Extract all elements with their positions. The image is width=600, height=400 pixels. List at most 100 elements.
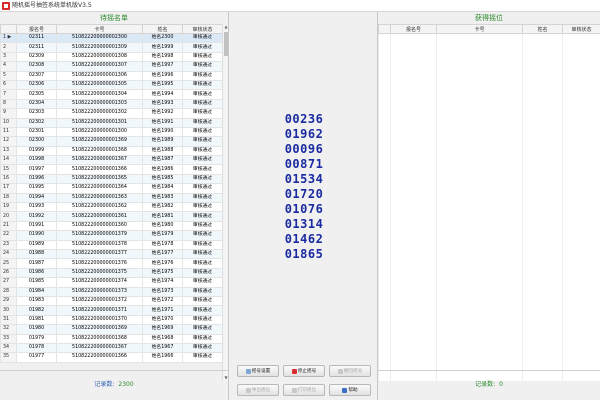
table-row[interactable]: 30 01982 510822200000001371 姓名1971 审核通过 — [0, 305, 223, 316]
cell-status: 审核通过 — [182, 61, 223, 72]
table-row[interactable]: 24 01988 510822200000001377 姓名1977 审核通过 — [0, 248, 223, 260]
table-row[interactable]: 3 02309 510822200000001308 姓名1998 审核通过 — [0, 51, 223, 63]
cell-name: 姓名1984 — [142, 183, 183, 194]
row-number: 10 — [0, 117, 17, 128]
table-row[interactable]: 10 02302 510822200000001301 姓名1991 审核通过 — [0, 117, 223, 128]
cell-name: 姓名1970 — [142, 314, 183, 326]
table-row[interactable]: 27 01985 510822200000001374 姓名1974 审核通过 — [0, 277, 223, 288]
cell-name: 姓名1966 — [142, 352, 183, 363]
empty-cell — [436, 230, 523, 241]
empty-cell — [390, 268, 437, 278]
table-row[interactable]: 17 01995 510822200000001364 姓名1984 审核通过 — [0, 183, 223, 194]
cell-card: 510822200000001306 — [56, 70, 143, 81]
pending-list-title: 待摇名单 — [100, 14, 128, 22]
table-row[interactable]: 21 01991 510822200000001360 姓名1980 审核通过 — [0, 220, 223, 232]
cell-id: 02300 — [16, 136, 57, 147]
undo-button[interactable]: 撤回摇号 — [329, 365, 371, 377]
column-header[interactable]: 报名号 — [390, 24, 437, 34]
button-label: 帮助 — [348, 388, 358, 393]
title-bar: 随机摇号抽签系统单机版V3.5 — [0, 0, 600, 12]
empty-cell — [378, 296, 391, 306]
drawn-number: 01865 — [284, 247, 324, 261]
row-number: 5 — [0, 70, 17, 81]
table-row[interactable]: 5 02307 510822200000001306 姓名1996 审核通过 — [0, 70, 223, 81]
table-row[interactable]: 12 02300 510822200000001369 姓名1989 审核通过 — [0, 136, 223, 147]
empty-cell — [522, 174, 563, 184]
table-row[interactable]: 26 01986 510822200000001375 姓名1975 审核通过 — [0, 267, 223, 279]
pending-list-panel: 待摇名单 报名号 卡号 姓名 审核状态 1 ▶ 02311 510822200000002… — [0, 12, 228, 400]
empty-row — [378, 221, 600, 231]
cell-status: 审核通过 — [182, 230, 223, 241]
empty-cell — [562, 52, 600, 62]
empty-cell — [436, 305, 523, 316]
empty-cell — [562, 315, 600, 325]
empty-cell — [562, 277, 600, 288]
empty-cell — [522, 277, 563, 288]
cell-card: 510822200000001305 — [56, 79, 143, 91]
table-row[interactable]: 31 01981 510822200000001370 姓名1970 审核通过 — [0, 314, 223, 326]
table-row[interactable]: 34 01978 510822200000001367 姓名1967 审核通过 — [0, 342, 223, 354]
table-row[interactable]: 8 02304 510822200000001303 姓名1993 审核通过 — [0, 98, 223, 110]
cell-name: 姓名1990 — [142, 126, 183, 138]
table-row[interactable]: 1 ▶ 02311 510822200000002300 姓名2300 审核通过 — [0, 32, 223, 44]
table-row[interactable]: 19 01993 510822200000001362 姓名1982 审核通过 — [0, 202, 223, 213]
column-header[interactable] — [0, 24, 17, 34]
column-header[interactable] — [378, 24, 391, 34]
table-row[interactable]: 16 01996 510822200000001365 姓名1985 审核通过 — [0, 173, 223, 185]
pending-list-table[interactable]: 报名号 卡号 姓名 审核状态 1 ▶ 02311 510822200000002300 姓名… — [0, 24, 223, 363]
table-row[interactable]: 7 02305 510822200000001304 姓名1994 审核通过 — [0, 89, 223, 100]
cell-status: 审核通过 — [182, 239, 223, 251]
table-row[interactable]: 20 01992 510822200000001361 姓名1981 审核通过 — [0, 211, 223, 222]
table-row[interactable]: 14 01998 510822200000001367 姓名1987 审核通过 — [0, 155, 223, 166]
table-row[interactable]: 25 01987 510822200000001376 姓名1976 审核通过 — [0, 258, 223, 269]
table-row[interactable]: 9 02303 510822200000001302 姓名1992 审核通过 — [0, 108, 223, 119]
table-row[interactable]: 35 01977 510822200000001366 姓名1966 审核通过 — [0, 352, 223, 363]
cell-id: 02307 — [16, 70, 57, 81]
table-row[interactable]: 6 02306 510822200000001305 姓名1995 审核通过 — [0, 79, 223, 91]
table-row[interactable]: 28 01984 510822200000001373 姓名1973 审核通过 — [0, 286, 223, 297]
column-header[interactable]: 卡号 — [56, 24, 143, 34]
export-button[interactable]: 导出摇位 — [237, 384, 279, 396]
won-list-table[interactable]: 报名号 卡号 姓名 审核状态 — [378, 24, 600, 381]
help-button[interactable]: 帮助 — [329, 384, 371, 396]
table-row[interactable]: 29 01983 510822200000001372 姓名1972 审核通过 — [0, 295, 223, 307]
table-row[interactable]: 32 01980 510822200000001369 姓名1969 审核通过 — [0, 324, 223, 335]
table-row[interactable]: 15 01997 510822200000001366 姓名1986 审核通过 — [0, 164, 223, 175]
column-header[interactable]: 审核状态 — [182, 24, 223, 34]
cell-id: 02308 — [16, 61, 57, 72]
empty-row — [378, 296, 600, 306]
table-row[interactable]: 11 02301 510822200000001300 姓名1990 审核通过 — [0, 126, 223, 138]
print-button[interactable]: 打印摇位 — [283, 384, 325, 396]
table-row[interactable]: 23 01989 510822200000001378 姓名1978 审核通过 — [0, 239, 223, 251]
cell-name: 姓名1989 — [142, 136, 183, 147]
empty-cell — [562, 99, 600, 109]
column-header[interactable]: 姓名 — [142, 24, 183, 34]
cell-name: 姓名1986 — [142, 164, 183, 175]
column-header[interactable]: 审核状态 — [562, 24, 600, 34]
cell-id: 01996 — [16, 173, 57, 185]
column-header[interactable]: 报名号 — [16, 24, 57, 34]
button-label: 停止摇号 — [297, 369, 317, 374]
column-header[interactable]: 卡号 — [436, 24, 523, 34]
table-row[interactable]: 33 01979 510822200000001368 姓名1968 审核通过 — [0, 333, 223, 344]
cell-id: 01984 — [16, 286, 57, 297]
table-row[interactable]: 18 01994 510822200000001363 姓名1983 审核通过 — [0, 192, 223, 204]
table-row[interactable]: 22 01990 510822200000001379 姓名1979 审核通过 — [0, 230, 223, 241]
cell-status: 审核通过 — [182, 32, 223, 44]
empty-cell — [436, 52, 523, 62]
cell-name: 姓名1975 — [142, 267, 183, 279]
cell-card: 510822200000001369 — [56, 136, 143, 147]
table-row[interactable]: 4 02308 510822200000001307 姓名1997 审核通过 — [0, 61, 223, 72]
empty-cell — [378, 352, 391, 363]
row-number: 22 — [0, 230, 17, 241]
row-number: 11 — [0, 126, 17, 138]
column-header[interactable]: 姓名 — [522, 24, 563, 34]
cell-card: 510822200000001368 — [56, 145, 143, 157]
draw-button[interactable]: 停止摇号 — [283, 365, 325, 377]
table-row[interactable]: 13 01999 510822200000001368 姓名1988 审核通过 — [0, 145, 223, 157]
settings-button[interactable]: 摇号设置 — [237, 365, 279, 377]
row-number: 28 — [0, 286, 17, 297]
empty-cell — [390, 136, 437, 147]
cell-status: 审核通过 — [182, 258, 223, 269]
table-row[interactable]: 2 02311 510822200000001309 姓名1999 审核通过 — [0, 42, 223, 53]
